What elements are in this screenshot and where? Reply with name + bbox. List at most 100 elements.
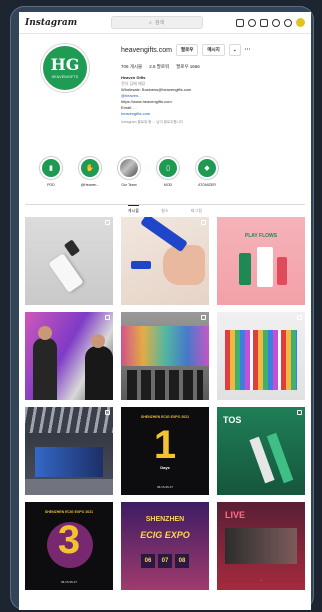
product-shape — [239, 253, 251, 285]
pod-icon: ▮ — [42, 159, 60, 177]
highlight-ring — [117, 156, 141, 180]
story-highlights: ▮ POD ✋ @Heaven... Our Team ▯ MOD ◆ ATOM… — [19, 156, 311, 204]
profile-avatar[interactable]: HG HEAVENGIFTS — [41, 44, 89, 92]
highlight-heaven[interactable]: ✋ @Heaven... — [78, 156, 102, 204]
device-shape — [131, 261, 151, 269]
profile-tabs: 게시물 릴스 태그됨 — [25, 204, 305, 218]
product-shape — [277, 257, 287, 285]
carousel-icon — [297, 410, 302, 415]
post-tile[interactable]: SHENZHEN ECIG EXPO 2021 3 06.15-06.17 — [25, 502, 113, 590]
post-top-text: SHENZHEN ECIG EXPO 2021 — [140, 415, 190, 419]
highlight-ring: ◆ — [195, 156, 219, 180]
highlight-mod[interactable]: ▯ MOD — [156, 156, 180, 204]
carousel-icon — [201, 220, 206, 225]
clock-digit: 06 — [141, 554, 155, 568]
carousel-icon — [105, 220, 110, 225]
highlight-ring: ✋ — [78, 156, 102, 180]
device-mouthpiece — [63, 239, 81, 257]
search-placeholder: 검색 — [154, 20, 165, 26]
post-tile[interactable] — [25, 407, 113, 495]
post-title: PLAY FLOWS — [244, 233, 278, 239]
highlight-label: Our Team — [121, 183, 137, 187]
post-footer: 06.15-06.17 — [60, 580, 77, 584]
posts-count: 706 게시물 — [121, 64, 143, 69]
post-tile[interactable]: PLAY FLOWS — [217, 217, 305, 305]
booth-wall — [121, 326, 209, 366]
hall-roof — [25, 407, 113, 433]
atomizer-icon: ◆ — [198, 159, 216, 177]
highlight-ring: ▯ — [156, 156, 180, 180]
profile-stats: 706 게시물 2.6 팔로워 팔로우 1666 — [121, 64, 305, 70]
highlight-label: MOD — [163, 183, 173, 187]
message-button[interactable]: 메시지 — [202, 44, 225, 56]
messenger-icon[interactable] — [247, 18, 256, 27]
post-tile[interactable]: SHENZHEN ECIG EXPO 2021 1 Days 06.15-06.… — [121, 407, 209, 495]
post-tile[interactable]: LIVE ... — [217, 502, 305, 590]
person-shape — [33, 338, 57, 400]
countdown-number: 1 — [153, 423, 177, 467]
countdown-caption: Days — [160, 465, 170, 470]
profile-header: HG HEAVENGIFTS heavengifts.com 팔로우 메시지 ⌄… — [19, 34, 311, 152]
profile-info: heavengifts.com 팔로우 메시지 ⌄ ··· 706 게시물 2.… — [121, 44, 305, 125]
live-photo — [225, 528, 297, 564]
team-photo — [120, 159, 138, 177]
post-footer: 06.15-06.17 — [156, 485, 173, 489]
countdown-clock: 06 07 08 — [131, 554, 199, 568]
crowd-shape — [127, 370, 203, 400]
follow-button[interactable]: 팔로우 — [175, 44, 199, 56]
post-title: LIVE — [225, 510, 246, 520]
booth-shape — [35, 447, 103, 477]
highlight-our-team[interactable]: Our Team — [117, 156, 141, 204]
post-tile[interactable] — [217, 312, 305, 400]
mod-icon: ▯ — [159, 159, 177, 177]
carousel-icon — [201, 315, 206, 320]
post-caption: ... — [259, 578, 263, 582]
post-tile[interactable]: SHENZHEN ECIG EXPO 06 07 08 — [121, 502, 209, 590]
posts-grid: PLAY FLOWS SHENZHEN ECIG EXPO 2021 1 Day… — [25, 217, 305, 590]
highlight-atomizer[interactable]: ◆ ATOMIZER — [195, 156, 219, 204]
carousel-icon — [105, 410, 110, 415]
post-title: TOS — [223, 415, 242, 425]
profile-username: heavengifts.com — [121, 46, 172, 54]
post-tile[interactable] — [121, 312, 209, 400]
highlight-label: @Heaven... — [80, 183, 100, 187]
heart-icon[interactable] — [283, 18, 292, 27]
hand-icon: ✋ — [81, 159, 99, 177]
followed-by-text[interactable]: Instagram 팔로워 중 ... 님이 팔로우합니다 — [121, 120, 305, 125]
following-count[interactable]: 팔로우 1666 — [176, 64, 200, 70]
post-tile[interactable]: TOS — [217, 407, 305, 495]
instagram-profile-screen: Instagram ⌕ 검색 HG HEAVENGIFTS heavengift… — [19, 12, 311, 610]
home-icon[interactable] — [235, 18, 244, 27]
highlight-label: POD — [47, 183, 55, 187]
post-tile[interactable] — [25, 217, 113, 305]
bio-website-link[interactable]: heavengifts.com — [121, 111, 305, 117]
person-head — [38, 326, 52, 340]
post-top-text: SHENZHEN ECIG EXPO 2021 — [44, 510, 94, 514]
tab-posts[interactable]: 게시물 — [127, 205, 140, 214]
hand-shape — [163, 245, 205, 285]
more-options-icon[interactable]: ··· — [245, 47, 251, 53]
tab-tagged[interactable]: 태그됨 — [191, 209, 202, 214]
post-tile[interactable] — [121, 217, 209, 305]
carousel-icon — [105, 315, 110, 320]
search-icon: ⌕ — [149, 19, 152, 26]
suggested-chevron-button[interactable]: ⌄ — [228, 44, 241, 56]
highlight-label: ATOMIZER — [198, 183, 216, 187]
explore-icon[interactable] — [271, 18, 280, 27]
post-tile[interactable] — [25, 312, 113, 400]
add-post-icon[interactable] — [259, 18, 268, 27]
clock-digit: 07 — [158, 554, 172, 568]
profile-avatar-icon[interactable] — [295, 18, 305, 27]
search-input[interactable]: ⌕ 검색 — [110, 16, 203, 29]
followers-count[interactable]: 2.6 팔로워 — [149, 64, 169, 70]
device-shape — [140, 217, 188, 253]
highlight-ring: ▮ — [39, 156, 63, 180]
device-shape — [48, 253, 84, 293]
tab-reels[interactable]: 릴스 — [161, 209, 169, 214]
highlight-pod[interactable]: ▮ POD — [39, 156, 63, 204]
hall-floor — [25, 479, 113, 495]
clock-digit: 08 — [175, 554, 189, 568]
product-display — [225, 330, 297, 390]
app-logo[interactable]: Instagram — [25, 18, 77, 28]
person-shape — [85, 346, 113, 400]
